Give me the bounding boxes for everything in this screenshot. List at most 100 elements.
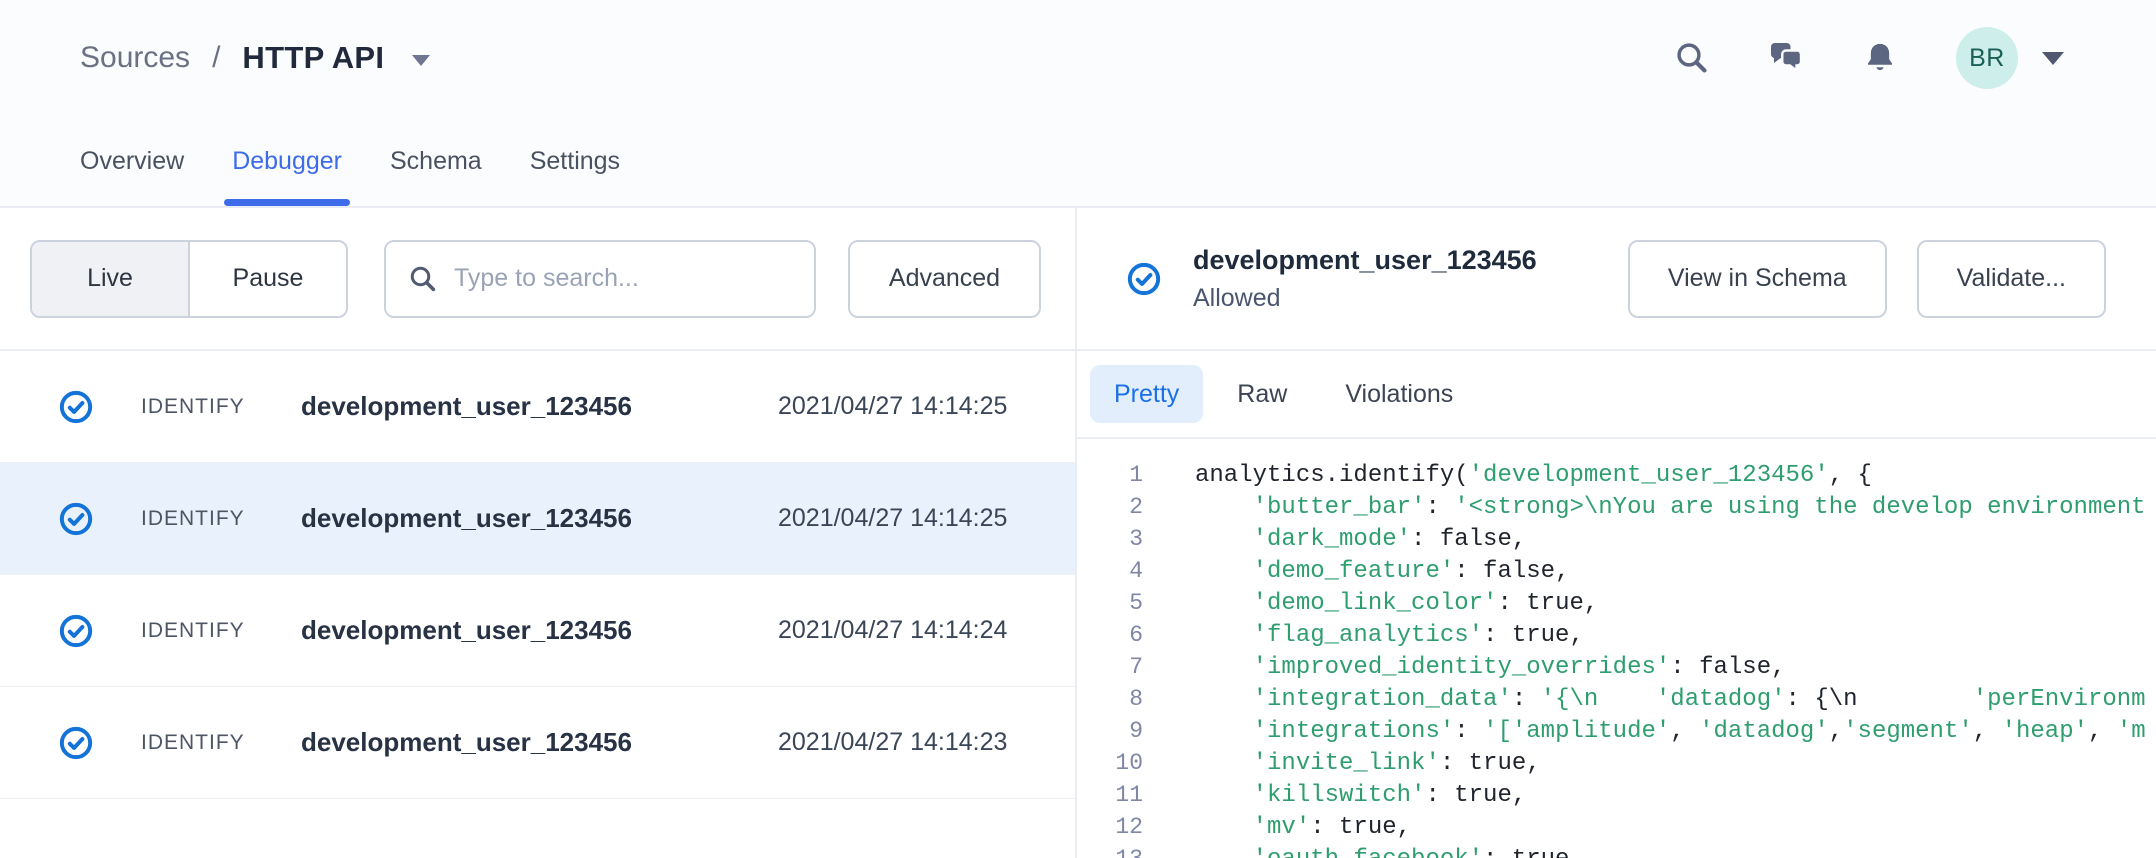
event-type: IDENTIFY — [141, 731, 301, 755]
code-text: 'improved_identity_overrides': false, — [1195, 654, 1786, 681]
event-type: IDENTIFY — [141, 395, 301, 419]
live-button[interactable]: Live — [32, 242, 190, 316]
check-circle-icon — [59, 614, 93, 648]
line-number: 10 — [1077, 750, 1143, 776]
event-list: IDENTIFY development_user_123456 2021/04… — [0, 351, 1075, 858]
code-text: 'flag_analytics': true, — [1195, 622, 1584, 649]
event-name: development_user_123456 — [301, 615, 778, 646]
pause-button[interactable]: Pause — [190, 242, 346, 316]
avatar[interactable]: BR — [1956, 27, 2018, 89]
code-viewer: 1 analytics.identify('development_user_1… — [1077, 439, 2156, 858]
code-line: 5 'demo_link_color': true, — [1077, 587, 2156, 619]
view-in-schema-button[interactable]: View in Schema — [1628, 240, 1887, 318]
line-number: 1 — [1077, 462, 1143, 488]
status-label: Allowed — [1193, 284, 1537, 313]
code-text: 'invite_link': true, — [1195, 750, 1541, 777]
code-text: 'butter_bar': '<strong>\nYou are using t… — [1195, 494, 2146, 521]
event-status-icon — [59, 614, 93, 648]
event-row[interactable]: IDENTIFY development_user_123456 2021/04… — [0, 575, 1075, 687]
debugger-toolbar: Live Pause Advanced — [0, 208, 1075, 351]
debugger-app: Sources / HTTP API — [0, 0, 2156, 858]
line-number: 12 — [1077, 814, 1143, 840]
detail-tab-pretty[interactable]: Pretty — [1090, 365, 1203, 423]
code-line: 4 'demo_feature': false, — [1077, 555, 2156, 587]
line-number: 9 — [1077, 718, 1143, 744]
code-text: 'demo_link_color': true, — [1195, 590, 1598, 617]
line-number: 6 — [1077, 622, 1143, 648]
event-row[interactable]: IDENTIFY development_user_123456 2021/04… — [0, 463, 1075, 575]
tab-schema[interactable]: Schema — [390, 116, 482, 206]
validate-button[interactable]: Validate... — [1917, 240, 2106, 318]
search-box — [384, 240, 816, 318]
event-name: development_user_123456 — [301, 391, 778, 422]
bell-icon[interactable] — [1862, 40, 1898, 76]
code-line: 11 'killswitch': true, — [1077, 779, 2156, 811]
line-number: 2 — [1077, 494, 1143, 520]
chat-icon[interactable] — [1768, 40, 1804, 76]
search-icon[interactable] — [1674, 40, 1710, 76]
top-bar: Sources / HTTP API — [0, 0, 2156, 208]
advanced-button[interactable]: Advanced — [848, 240, 1041, 318]
search-input[interactable] — [454, 264, 792, 293]
code-line: 9 'integrations': '['amplitude', 'datado… — [1077, 715, 2156, 747]
events-panel: Live Pause Advanced IDENTIFY development… — [0, 208, 1077, 858]
check-circle-icon — [59, 726, 93, 760]
detail-tab-raw[interactable]: Raw — [1213, 365, 1311, 423]
source-tabs: Overview Debugger Schema Settings — [0, 116, 2156, 206]
event-row[interactable]: IDENTIFY development_user_123456 2021/04… — [0, 351, 1075, 463]
live-pause-toggle: Live Pause — [30, 240, 348, 318]
current-source-name: HTTP API — [242, 40, 384, 76]
tab-overview[interactable]: Overview — [80, 116, 184, 206]
line-number: 11 — [1077, 782, 1143, 808]
code-line: 1 analytics.identify('development_user_1… — [1077, 459, 2156, 491]
top-actions: BR — [1674, 0, 2064, 116]
code-line: 3 'dark_mode': false, — [1077, 523, 2156, 555]
code-text: 'dark_mode': false, — [1195, 526, 1526, 553]
allowed-status-icon — [1127, 262, 1161, 296]
check-circle-icon — [59, 502, 93, 536]
event-detail-panel: development_user_123456 Allowed View in … — [1077, 208, 2156, 858]
code-text: 'killswitch': true, — [1195, 782, 1526, 809]
source-switcher[interactable]: HTTP API — [242, 40, 430, 76]
code-line: 12 'mv': true, — [1077, 811, 2156, 843]
code-line: 13 'oauth_facebook': true, — [1077, 843, 2156, 858]
line-number: 4 — [1077, 558, 1143, 584]
chevron-down-icon — [412, 55, 430, 66]
event-status-icon — [59, 390, 93, 424]
tab-debugger[interactable]: Debugger — [232, 116, 342, 206]
account-menu[interactable]: BR — [1956, 27, 2064, 89]
tab-settings[interactable]: Settings — [530, 116, 620, 206]
code-text: 'integrations': '['amplitude', 'datadog'… — [1195, 718, 2146, 745]
line-number: 7 — [1077, 654, 1143, 680]
line-number: 8 — [1077, 686, 1143, 712]
search-icon — [408, 264, 438, 294]
detail-tab-violations[interactable]: Violations — [1321, 365, 1477, 423]
payload-view-tabs: Pretty Raw Violations — [1077, 351, 2156, 439]
event-name: development_user_123456 — [301, 503, 778, 534]
main-content: Live Pause Advanced IDENTIFY development… — [0, 208, 2156, 858]
code-line: 8 'integration_data': '{\n 'datadog': {\… — [1077, 683, 2156, 715]
code-text: 'mv': true, — [1195, 814, 1411, 841]
code-text: 'oauth_facebook': true, — [1195, 846, 1584, 858]
event-timestamp: 2021/04/27 14:14:25 — [778, 392, 1007, 421]
event-name: development_user_123456 — [301, 727, 778, 758]
breadcrumb-separator: / — [212, 41, 220, 75]
detail-title: development_user_123456 — [1193, 245, 1537, 276]
chevron-down-icon — [2042, 52, 2064, 65]
code-line: 10 'invite_link': true, — [1077, 747, 2156, 779]
event-row[interactable]: IDENTIFY development_user_123456 2021/04… — [0, 687, 1075, 799]
line-number: 3 — [1077, 526, 1143, 552]
event-timestamp: 2021/04/27 14:14:24 — [778, 616, 1007, 645]
check-circle-icon — [59, 390, 93, 424]
line-number: 5 — [1077, 590, 1143, 616]
code-line: 2 'butter_bar': '<strong>\nYou are using… — [1077, 491, 2156, 523]
check-circle-icon — [1127, 262, 1161, 296]
event-status-icon — [59, 502, 93, 536]
breadcrumb-sources-link[interactable]: Sources — [80, 41, 190, 75]
event-timestamp: 2021/04/27 14:14:25 — [778, 504, 1007, 533]
event-timestamp: 2021/04/27 14:14:23 — [778, 728, 1007, 757]
event-type: IDENTIFY — [141, 619, 301, 643]
line-number: 13 — [1077, 846, 1143, 858]
detail-header: development_user_123456 Allowed View in … — [1077, 208, 2156, 351]
event-status-icon — [59, 726, 93, 760]
